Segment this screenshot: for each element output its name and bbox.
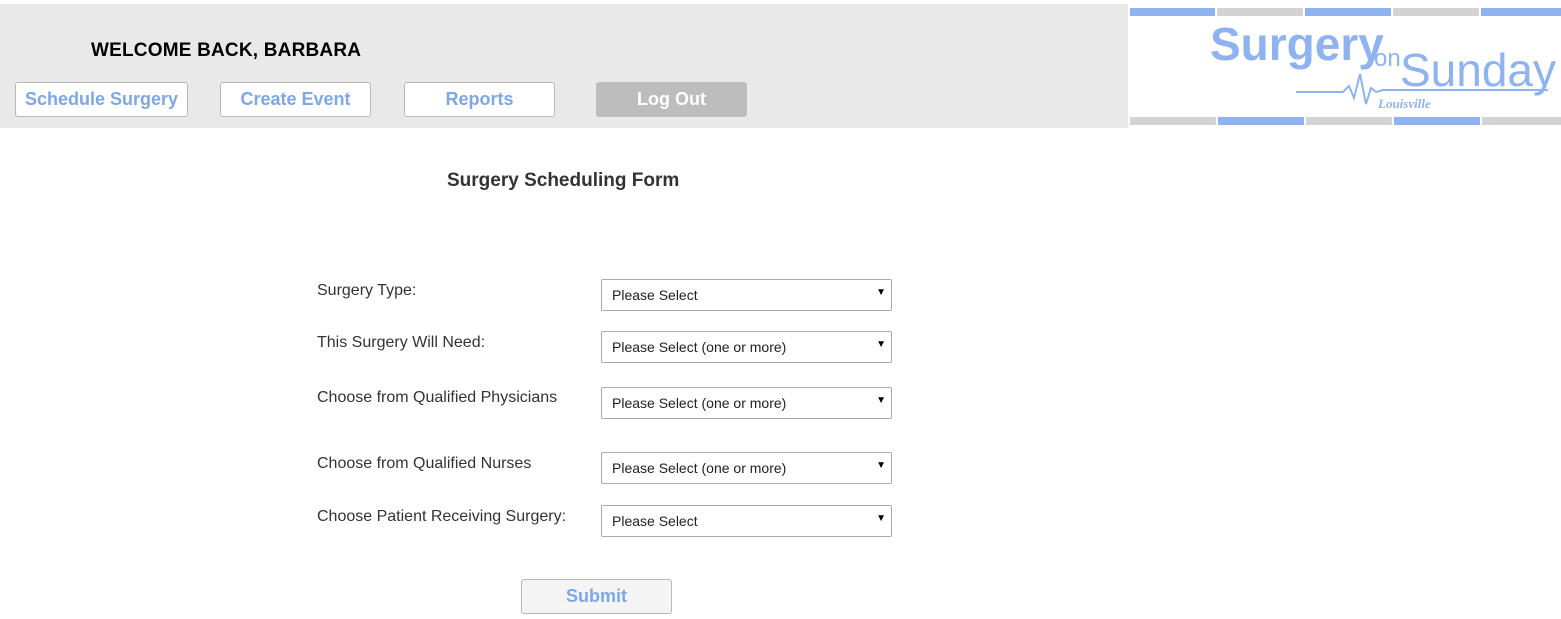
select-value: Please Select — [612, 513, 698, 529]
welcome-message: WELCOME BACK, BARBARA — [91, 40, 362, 61]
logo-text-sunday: Sunday — [1400, 44, 1556, 96]
caret-down-icon: ▼ — [876, 395, 886, 406]
schedule-surgery-button[interactable]: Schedule Surgery — [15, 82, 188, 117]
select-value: Please Select (one or more) — [612, 460, 787, 476]
surgery-needs-label: This Surgery Will Need: — [317, 334, 486, 351]
caret-down-icon: ▼ — [876, 513, 886, 524]
logo-text-on: on — [1374, 45, 1401, 72]
patient-label: Choose Patient Receiving Surgery: — [317, 508, 567, 525]
create-event-button[interactable]: Create Event — [220, 82, 371, 117]
logo-text-city: Louisville — [1377, 96, 1431, 111]
logo-text-surgery: Surgery — [1210, 18, 1384, 70]
nurses-label: Choose from Qualified Nurses — [317, 455, 532, 472]
reports-button[interactable]: Reports — [404, 82, 555, 117]
caret-down-icon: ▼ — [876, 460, 886, 471]
logo-graphic: Surgery on Sunday Louisville — [1130, 8, 1561, 125]
select-value: Please Select (one or more) — [612, 339, 787, 355]
physicians-label: Choose from Qualified Physicians — [317, 389, 558, 406]
select-value: Please Select (one or more) — [612, 395, 787, 411]
surgery-needs-select[interactable]: Please Select (one or more) ▼ — [601, 331, 892, 363]
nurses-select[interactable]: Please Select (one or more) ▼ — [601, 452, 892, 484]
form-title: Surgery Scheduling Form — [447, 170, 680, 191]
surgery-on-sunday-logo: Surgery on Sunday Louisville — [1128, 4, 1561, 128]
select-value: Please Select — [612, 287, 698, 303]
log-out-button[interactable]: Log Out — [596, 82, 747, 117]
physicians-select[interactable]: Please Select (one or more) ▼ — [601, 387, 892, 419]
caret-down-icon: ▼ — [876, 339, 886, 350]
surgery-type-select[interactable]: Please Select ▼ — [601, 279, 892, 311]
patient-select[interactable]: Please Select ▼ — [601, 505, 892, 537]
caret-down-icon: ▼ — [876, 287, 886, 298]
submit-button[interactable]: Submit — [521, 579, 672, 614]
surgery-type-label: Surgery Type: — [317, 282, 417, 299]
